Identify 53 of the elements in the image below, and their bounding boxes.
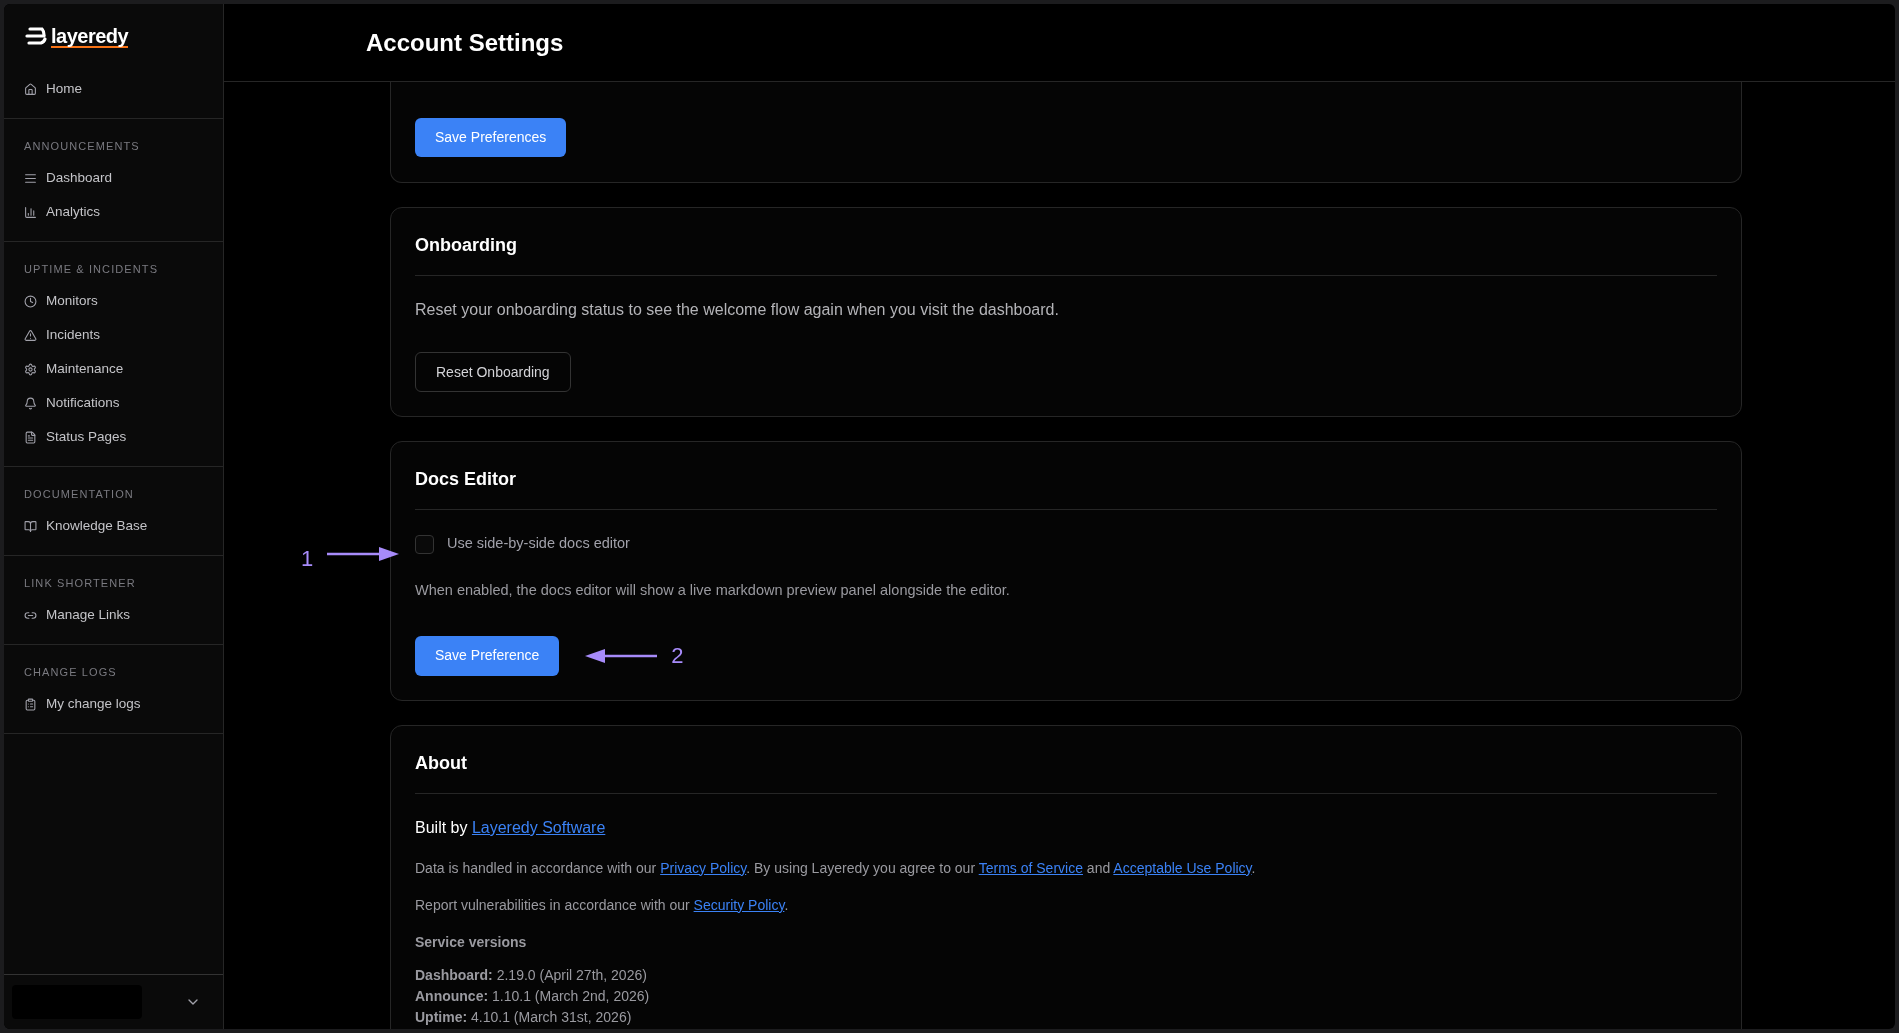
section-heading: CHANGE LOGS	[23, 664, 118, 680]
sidebar-item[interactable]: Notifications	[4, 386, 223, 420]
versions-heading: Service versions	[415, 932, 528, 952]
onboarding-text: Reset your onboarding status to see the welcome flow again when you visit the dashboard.	[415, 300, 1060, 320]
section-heading: UPTIME & INCIDENTS	[23, 261, 160, 277]
arrow-icon	[585, 648, 658, 663]
section-heading: DOCUMENTATION	[23, 486, 135, 502]
sidebar-item[interactable]: Manage Links	[4, 598, 223, 632]
version-line: Uptime: 4.10.1 (March 31st, 2026)	[415, 1007, 633, 1027]
link[interactable]: Layeredy Software	[471, 818, 606, 836]
arrow-icon	[327, 546, 400, 561]
logo-icon	[24, 26, 48, 48]
sidebar-item[interactable]: Status Pages	[4, 420, 223, 454]
version-line: Dashboard: 2.19.0 (April 27th, 2026)	[415, 965, 648, 985]
link[interactable]: Acceptable Use Policy	[1113, 859, 1252, 876]
checkbox-label: Use side-by-side docs editor	[447, 534, 630, 554]
list-icon	[24, 171, 37, 185]
warning-icon	[24, 328, 37, 342]
legal-text: Data is handled in accordance with our Privacy Policy. By using Layeredy you agree to our Terms of Service and Acceptable Use Policy.	[415, 858, 1257, 878]
book-icon	[24, 519, 37, 533]
checkbox[interactable]	[415, 534, 434, 554]
page-title: Account Settings	[366, 27, 564, 58]
card-title: About	[415, 751, 468, 775]
sidebar-item[interactable]: Dashboard	[4, 161, 223, 195]
sidebar-item[interactable]: Incidents	[4, 318, 223, 352]
annotation-number: 2	[671, 642, 684, 671]
link[interactable]: Terms of Service	[978, 859, 1083, 876]
sidebar-item[interactable]: Analytics	[4, 195, 223, 229]
docs-editor-description: When enabled, the docs editor will show a live markdown preview panel alongside the editor.	[415, 581, 1011, 600]
document-icon	[24, 430, 37, 444]
home-icon	[24, 82, 37, 96]
sidebar-item[interactable]: Maintenance	[4, 352, 223, 386]
bell-icon	[24, 396, 37, 410]
card-title: Onboarding	[415, 234, 518, 257]
version-line: Announce: 1.10.1 (March 2nd, 2026)	[415, 986, 651, 1006]
sidebar-item[interactable]: Home	[4, 72, 223, 106]
save-preferences-button[interactable]: Save Preferences	[415, 118, 567, 157]
sidebar-item[interactable]: My change logs	[4, 687, 223, 721]
clipboard-icon	[24, 697, 37, 711]
logo-text: layeredy	[51, 26, 129, 48]
gear-icon	[24, 362, 37, 376]
save-preference-button[interactable]: Save Preference	[415, 635, 560, 676]
annotation-number: 1	[301, 545, 314, 573]
sidebar-item[interactable]: Monitors	[4, 284, 223, 318]
bar-chart-icon	[24, 205, 37, 219]
security-text: Report vulnerabilities in accordance with our Security Policy.	[415, 895, 790, 915]
clock-icon	[24, 294, 37, 308]
section-heading: ANNOUNCEMENTS	[23, 138, 141, 154]
sidebar-item[interactable]: Knowledge Base	[4, 509, 223, 543]
card-title: Docs Editor	[415, 468, 517, 491]
section-heading: LINK SHORTENER	[23, 575, 137, 591]
reset-onboarding-button[interactable]: Reset Onboarding	[415, 352, 571, 392]
built-by-text: Built by Layeredy Software	[415, 817, 607, 838]
